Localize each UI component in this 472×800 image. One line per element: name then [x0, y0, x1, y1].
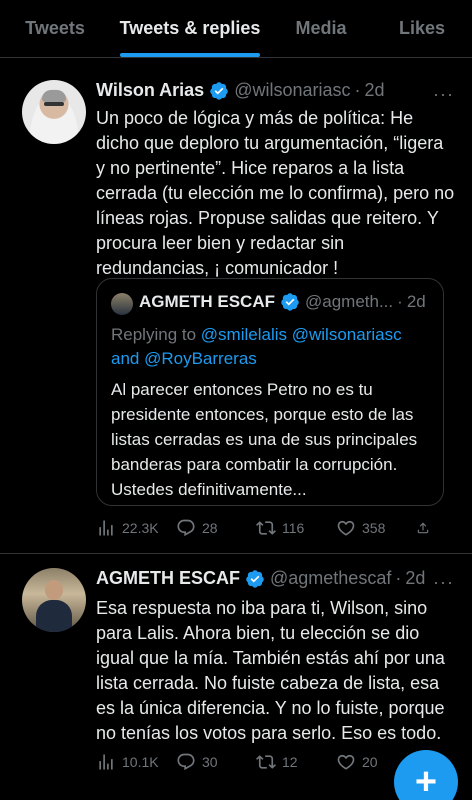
tweet-text: Esa respuesta no iba para ti, Wilson, si… [96, 598, 445, 743]
author-name[interactable]: Wilson Arias [96, 80, 204, 101]
quoted-tweet[interactable]: AGMETH ESCAF @agmeth... · 2d Replying to… [96, 278, 444, 506]
tab-tweets-and-replies[interactable]: Tweets & replies [110, 0, 270, 57]
quoted-author-name: AGMETH ESCAF [139, 292, 275, 311]
views-button[interactable]: 10.1K [96, 752, 176, 772]
quoted-header: AGMETH ESCAF @agmeth... · 2d [139, 292, 433, 312]
like-count: 358 [362, 520, 386, 536]
mention-link[interactable]: @smilelalis [201, 325, 287, 344]
quoted-author-handle: @agmeth... [305, 292, 394, 311]
reply-count: 30 [202, 754, 218, 770]
tab-media[interactable]: Media [270, 0, 372, 57]
tab-tweets[interactable]: Tweets [0, 0, 110, 57]
heart-icon [337, 754, 355, 770]
tab-likes[interactable]: Likes [372, 0, 472, 57]
verified-badge-icon [210, 81, 228, 100]
views-icon [99, 520, 113, 536]
tweet-date[interactable]: 2d [365, 80, 385, 101]
more-options-icon[interactable]: ··· [433, 84, 454, 105]
heart-icon [337, 520, 355, 536]
retweet-icon [256, 521, 276, 535]
mention-link[interactable]: @RoyBarreras [144, 349, 257, 368]
separator-dot: · [354, 80, 361, 100]
plus-icon: + [414, 760, 438, 800]
tweet-header: AGMETH ESCAF @agmethescaf · 2d [96, 568, 425, 589]
tab-media-label: Media [295, 18, 347, 38]
quoted-avatar [111, 293, 133, 315]
separator-dot: · [397, 292, 403, 311]
active-tab-indicator [120, 53, 260, 57]
views-count: 10.1K [122, 754, 159, 770]
retweet-count: 116 [282, 520, 305, 536]
tweet-actions: 22.3K 28 116 358 [96, 516, 452, 540]
verified-badge-icon [246, 569, 264, 588]
replying-to-label: Replying to [111, 325, 197, 344]
reply-button[interactable]: 30 [176, 752, 256, 772]
author-handle[interactable]: @wilsonariasc [234, 80, 350, 101]
reply-icon [177, 753, 195, 771]
author-handle[interactable]: @agmethescaf [270, 568, 391, 589]
more-options-icon[interactable]: ··· [433, 572, 454, 593]
retweet-button[interactable]: 12 [256, 752, 336, 772]
reply-icon [177, 519, 195, 537]
tweet-header: Wilson Arias @wilsonariasc · 2d [96, 80, 385, 101]
reply-button[interactable]: 28 [176, 518, 256, 538]
share-icon [417, 522, 429, 534]
tab-tweets-label: Tweets [25, 18, 85, 38]
profile-tabs: Tweets Tweets & replies Media Likes [0, 0, 472, 58]
tweet-text: Un poco de lógica y más de política: He … [96, 108, 455, 278]
quoted-text: Al parecer entonces Petro no es tu presi… [111, 380, 418, 499]
mention-link[interactable]: @wilsonariasc [292, 325, 402, 344]
replying-to-and: and [111, 349, 140, 368]
tweet-date[interactable]: 2d [405, 568, 425, 589]
views-icon [99, 754, 113, 770]
separator-dot: · [395, 568, 402, 588]
quoted-date: 2d [406, 292, 426, 311]
tab-tweets-and-replies-label: Tweets & replies [119, 18, 261, 38]
views-button[interactable]: 22.3K [96, 518, 176, 538]
like-count: 20 [362, 754, 378, 770]
reply-count: 28 [202, 520, 218, 536]
share-button[interactable] [416, 518, 436, 538]
like-button[interactable]: 358 [336, 518, 416, 538]
retweet-icon [256, 755, 276, 769]
retweet-count: 12 [282, 754, 298, 770]
replying-to: Replying to @smilelalis @wilsonariasc an… [111, 323, 433, 371]
views-count: 22.3K [122, 520, 159, 536]
tweet[interactable]: Wilson Arias @wilsonariasc · 2d ··· Un p… [0, 68, 472, 554]
tab-likes-label: Likes [398, 18, 446, 38]
avatar[interactable] [22, 80, 86, 144]
author-name[interactable]: AGMETH ESCAF [96, 568, 240, 589]
verified-badge-icon [281, 293, 299, 311]
avatar[interactable] [22, 568, 86, 632]
retweet-button[interactable]: 116 [256, 518, 336, 538]
